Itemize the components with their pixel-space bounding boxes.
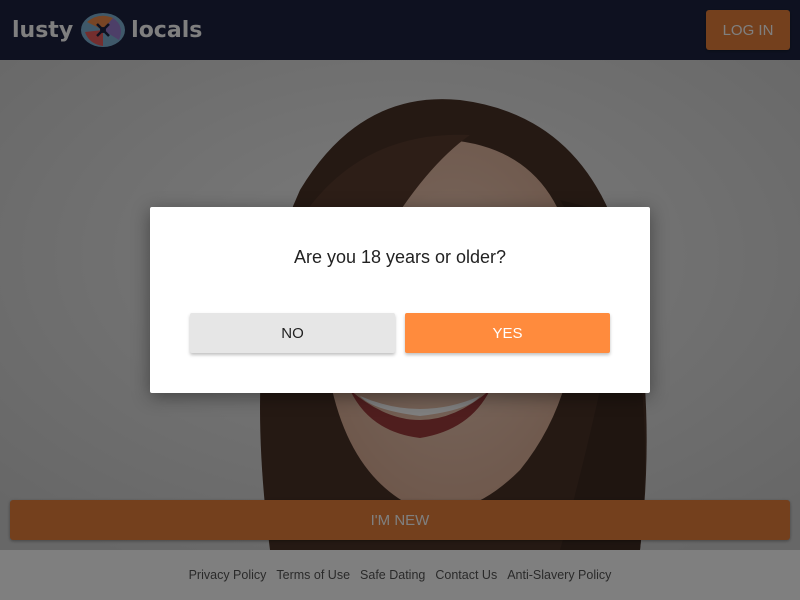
no-button[interactable]: NO: [190, 313, 395, 353]
yes-button[interactable]: YES: [405, 313, 610, 353]
age-question-text: Are you 18 years or older?: [293, 247, 507, 267]
age-verification-dialog: Are you 18 years or older? NO YES: [150, 207, 650, 393]
